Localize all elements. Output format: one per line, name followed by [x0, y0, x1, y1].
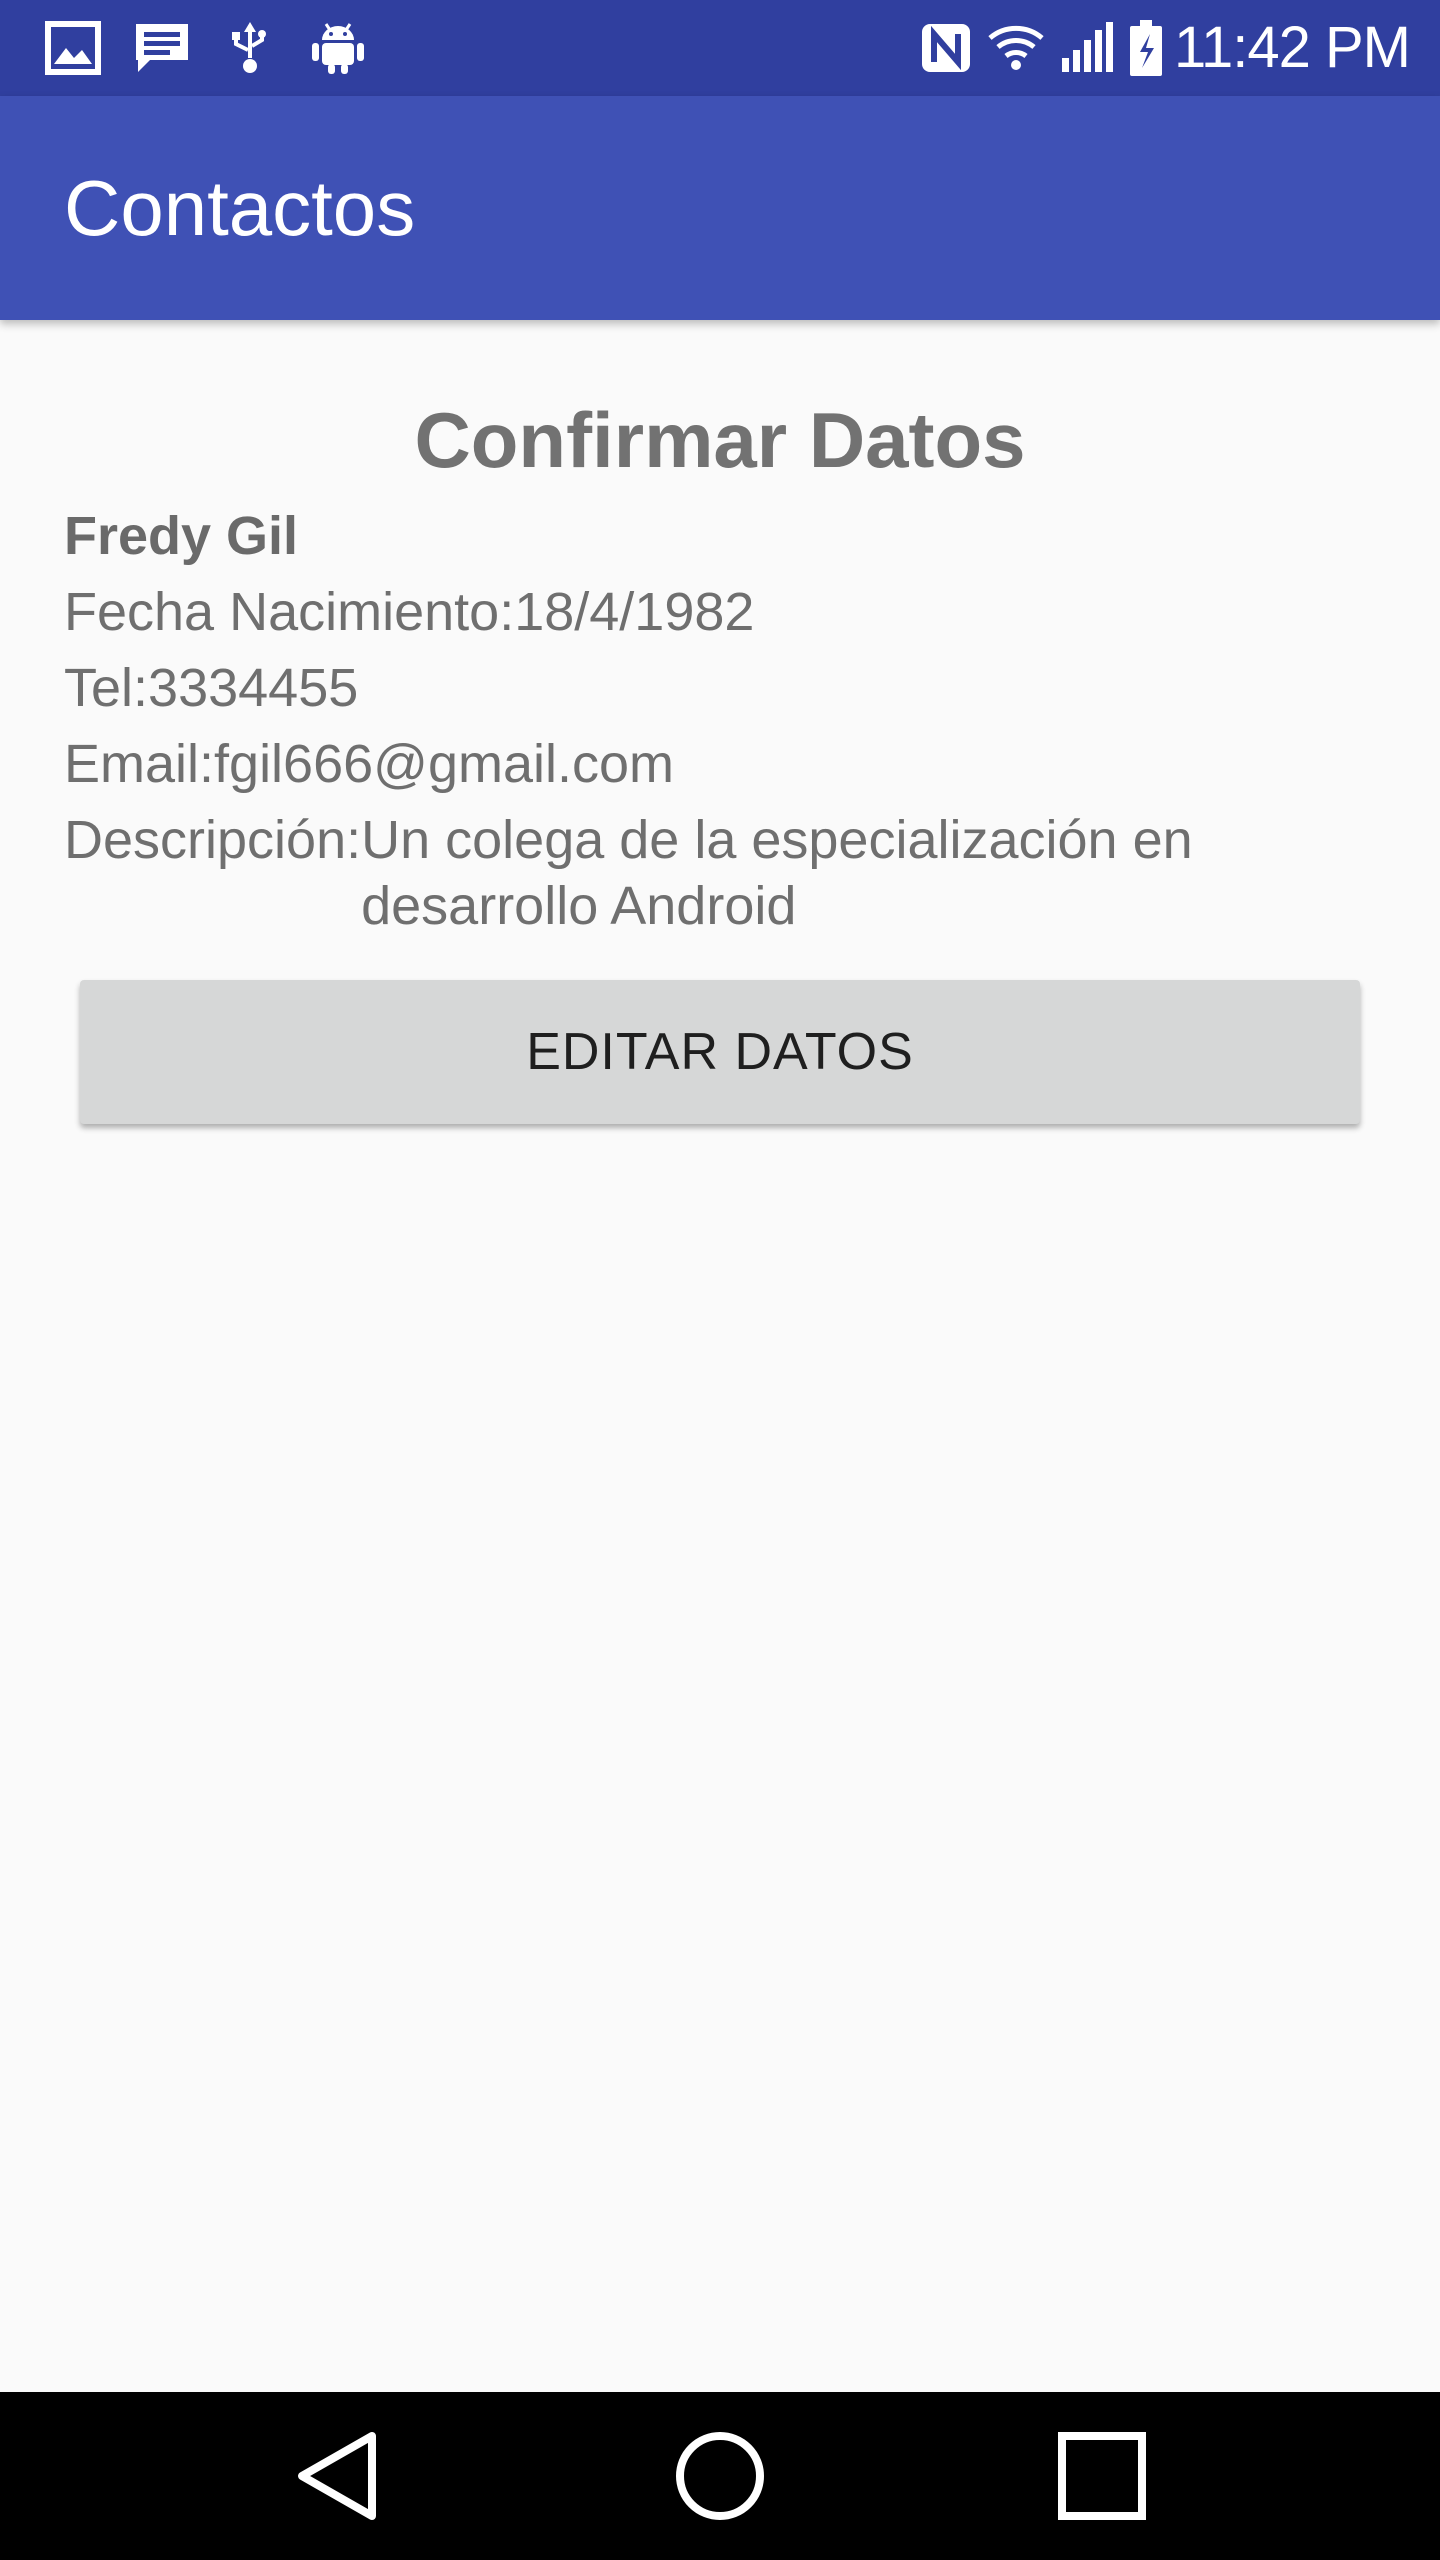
app-title: Contactos [64, 164, 416, 252]
wifi-icon [986, 18, 1046, 78]
contact-name: Fredy Gil [64, 506, 299, 566]
description-value: Un colega de la especialización en desar… [361, 810, 1193, 936]
recents-icon[interactable] [1052, 2426, 1152, 2526]
notification-icons [44, 18, 396, 78]
home-icon[interactable] [670, 2426, 770, 2526]
signal-icon [1056, 18, 1116, 78]
app-bar: Contactos [0, 96, 1440, 320]
email: Email:fgil666@gmail.com [64, 734, 675, 794]
navigation-bar [0, 2392, 1440, 2560]
phone: Tel:3334455 [64, 658, 359, 718]
status-bar: 11:42 PM [0, 0, 1440, 96]
system-icons: 11:42 PM [906, 14, 1411, 82]
description: Descripción: Un colega de la especializa… [64, 802, 1376, 939]
edit-data-button[interactable]: EDITAR DATOS [80, 980, 1360, 1124]
nfc-icon [916, 18, 976, 78]
clock: 11:42 PM [1174, 15, 1411, 80]
android-debug-icon [308, 18, 368, 78]
birth-date: Fecha Nacimiento:18/4/1982 [64, 582, 755, 642]
usb-icon [220, 18, 280, 78]
page-heading: Confirmar Datos [414, 396, 1026, 484]
contact-details: Confirmar Datos Fredy Gil Fecha Nacimien… [64, 392, 1376, 939]
image-icon [44, 18, 104, 78]
battery-charging-icon [1126, 18, 1166, 78]
description-label: Descripción: [64, 810, 362, 870]
back-icon[interactable] [290, 2426, 390, 2526]
message-icon [132, 18, 192, 78]
